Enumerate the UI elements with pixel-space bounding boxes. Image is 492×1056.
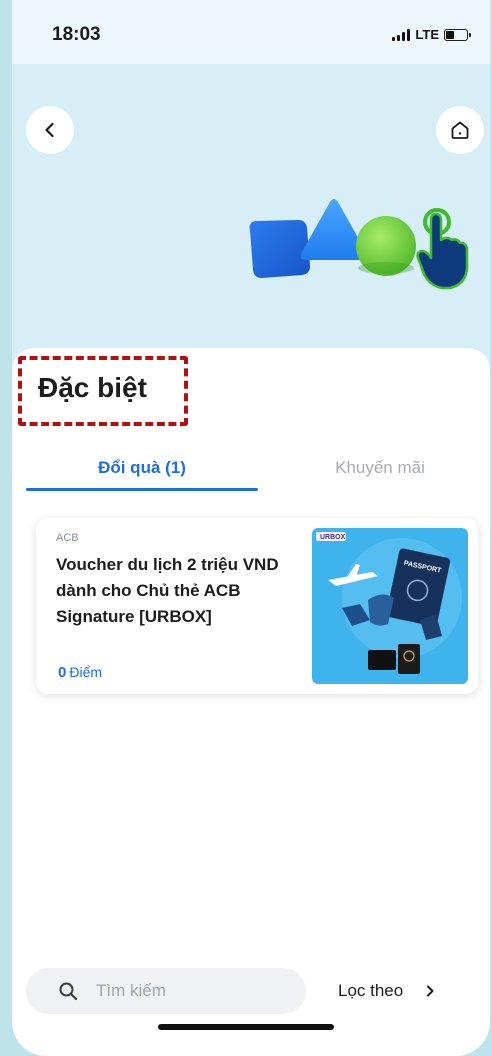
- phone-screen: 18:03 LTE Đặc biệt Đổi quà (1) Khuyến mã…: [12, 0, 490, 1056]
- home-icon: [451, 121, 469, 139]
- shapes-illustration: [249, 199, 469, 290]
- network-label: LTE: [415, 27, 439, 42]
- search-placeholder: Tìm kiếm: [96, 981, 166, 1000]
- status-bar: 18:03 LTE: [12, 0, 490, 64]
- voucher-card[interactable]: ACB Voucher du lịch 2 triệu VND dành cho…: [36, 518, 478, 694]
- signal-icon: [392, 28, 411, 41]
- urbox-logo: URBOX: [320, 534, 346, 541]
- voucher-brand: ACB: [56, 532, 79, 544]
- status-time: 18:03: [52, 24, 101, 45]
- search-icon: [59, 982, 78, 1001]
- content-sheet: Đặc biệt Đổi quà (1) Khuyến mãi ACB Vouc…: [12, 348, 490, 1056]
- chevron-right-icon: [427, 985, 434, 997]
- voucher-image: URBOX PASSPORT: [312, 528, 468, 684]
- voucher-points: 0 Điểm: [58, 664, 102, 681]
- page-title: Đặc biệt: [38, 372, 147, 403]
- home-button[interactable]: [436, 106, 484, 154]
- bottom-toolbar: Tìm kiếm Lọc theo: [26, 968, 484, 1014]
- points-value: 0: [58, 664, 67, 681]
- tab-promotions[interactable]: Khuyến mãi: [276, 448, 484, 488]
- points-unit: Điểm: [69, 664, 103, 680]
- active-tab-indicator: [26, 488, 258, 491]
- tab-redeem[interactable]: Đổi quà (1): [26, 448, 258, 488]
- back-button[interactable]: [26, 106, 74, 154]
- search-input[interactable]: Tìm kiếm: [26, 968, 306, 1014]
- status-indicators: LTE: [392, 27, 471, 42]
- filter-button[interactable]: Lọc theo: [338, 968, 437, 1014]
- home-indicator: [158, 1024, 334, 1030]
- chevron-left-icon: [45, 122, 54, 138]
- tab-bar: Đổi quà (1) Khuyến mãi: [26, 448, 484, 492]
- filter-label: Lọc theo: [338, 981, 404, 1000]
- battery-icon: [444, 28, 471, 41]
- voucher-title: Voucher du lịch 2 triệu VND dành cho Chủ…: [56, 555, 279, 626]
